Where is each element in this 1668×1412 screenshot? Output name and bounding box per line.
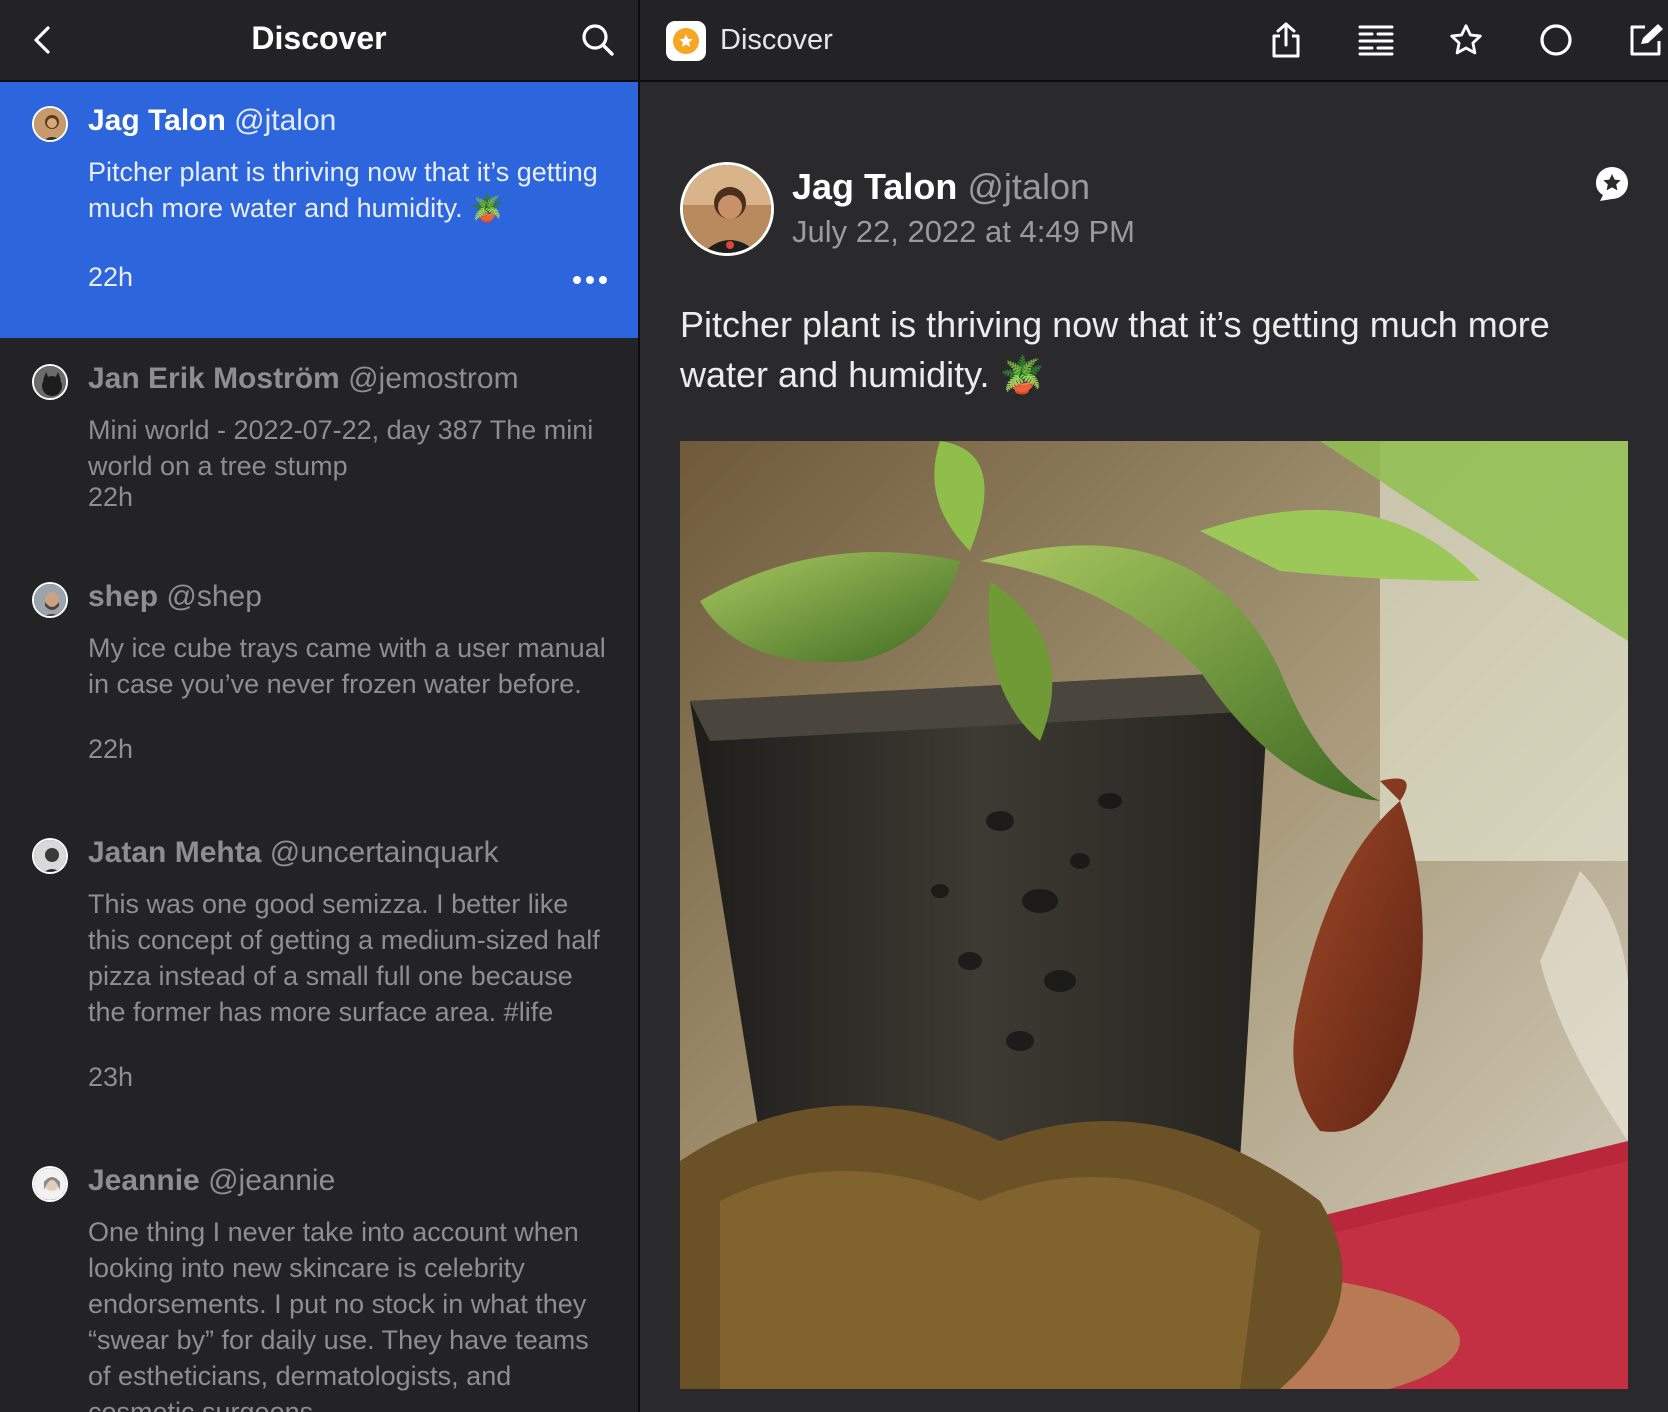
post-author-name[interactable]: Jag Talon bbox=[88, 104, 226, 137]
compose-icon bbox=[1630, 24, 1663, 56]
author-handle[interactable]: @jtalon bbox=[967, 166, 1090, 207]
post-author-handle[interactable]: @jtalon bbox=[234, 104, 336, 137]
reader-view-button[interactable] bbox=[1352, 18, 1400, 62]
timeline-post[interactable]: shep @shep My ice cube trays came with a… bbox=[0, 558, 638, 814]
reader-view-icon bbox=[1358, 25, 1394, 56]
post-body: One thing I never take into account when… bbox=[88, 1217, 589, 1412]
timeline-post[interactable]: Jeannie @jeannie One thing I never take … bbox=[0, 1142, 638, 1412]
page-title: Discover bbox=[251, 20, 387, 56]
star-button[interactable] bbox=[1442, 18, 1490, 62]
author-avatar[interactable] bbox=[680, 162, 774, 256]
post-author-handle[interactable]: @jemostrom bbox=[348, 362, 518, 395]
post-time: 23h bbox=[88, 1062, 134, 1092]
discover-app-icon bbox=[666, 21, 706, 61]
timeline-post-selected[interactable]: Jag Talon @jtalon Pitcher plant is thriv… bbox=[0, 80, 638, 338]
post-body: This was one good semizza. I better like… bbox=[88, 889, 600, 1027]
post-body: Mini world - 2022-07-22, day 387 The min… bbox=[88, 415, 594, 481]
post-body: My ice cube trays came with a user manua… bbox=[88, 633, 606, 699]
post-author-handle[interactable]: @shep bbox=[166, 580, 262, 613]
post-time: 22h bbox=[88, 734, 134, 764]
timeline-header: Discover bbox=[0, 0, 638, 82]
share-button[interactable] bbox=[1262, 18, 1310, 62]
detail-panel: Discover Jag Talon @jtalon July 22, 2022… bbox=[640, 0, 1668, 1412]
circle-icon bbox=[1540, 24, 1572, 56]
post-author-name[interactable]: Jeannie bbox=[88, 1164, 200, 1197]
compose-button[interactable] bbox=[1622, 18, 1668, 62]
post-content: Pitcher plant is thriving now that it’s … bbox=[680, 304, 1550, 395]
avatar[interactable] bbox=[32, 1166, 68, 1202]
post-author-name[interactable]: Jan Erik Moström bbox=[88, 362, 340, 395]
post-time: 22h bbox=[88, 262, 134, 292]
post-author-handle[interactable]: @uncertainquark bbox=[270, 836, 499, 869]
mark-read-button[interactable] bbox=[1532, 18, 1580, 62]
timeline-panel: Jag Talon @jtalon Pitcher plant is thriv… bbox=[0, 0, 638, 1412]
search-icon bbox=[582, 24, 614, 56]
author-name[interactable]: Jag Talon bbox=[792, 166, 957, 207]
post-date: July 22, 2022 at 4:49 PM bbox=[792, 214, 1135, 249]
post-body: Pitcher plant is thriving now that it’s … bbox=[88, 157, 598, 223]
author-nameline: Jag Talon @jtalon bbox=[792, 166, 1090, 208]
post-time: 22h bbox=[88, 482, 134, 512]
timeline-post[interactable]: Jan Erik Moström @jemostrom Mini world -… bbox=[0, 338, 638, 558]
post-author-name[interactable]: shep bbox=[88, 580, 158, 613]
avatar[interactable] bbox=[32, 106, 68, 142]
avatar[interactable] bbox=[32, 582, 68, 618]
post-author-name[interactable]: Jatan Mehta bbox=[88, 836, 261, 869]
detail-toolbar: Discover bbox=[640, 0, 1668, 82]
post-photo[interactable] bbox=[680, 441, 1628, 1389]
avatar[interactable] bbox=[32, 838, 68, 874]
search-button[interactable] bbox=[576, 18, 620, 62]
more-options-button[interactable] bbox=[568, 270, 612, 290]
avatar[interactable] bbox=[32, 364, 68, 400]
star-badge-icon bbox=[1596, 167, 1628, 201]
timeline-post[interactable]: Jatan Mehta @uncertainquark This was one… bbox=[0, 814, 638, 1142]
post-author-handle[interactable]: @jeannie bbox=[208, 1164, 335, 1197]
share-icon bbox=[1272, 22, 1300, 58]
star-icon bbox=[1450, 24, 1482, 55]
detail-title: Discover bbox=[720, 24, 833, 56]
favorite-badge[interactable] bbox=[1592, 164, 1632, 204]
